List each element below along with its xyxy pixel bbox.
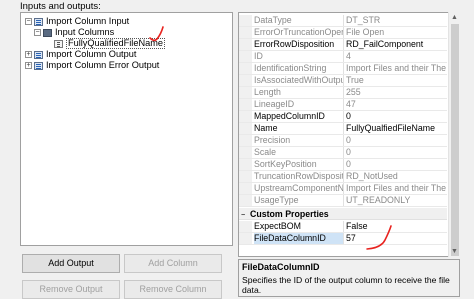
output-icon [34,50,43,59]
property-grid-scrollbar[interactable]: ▲ ▼ [448,12,460,257]
advanced-editor-inputs-outputs: Inputs and outputs: − Import Column Inpu… [0,0,474,299]
scroll-thumb[interactable] [451,24,459,256]
property-row[interactable]: Scale 0 [239,147,447,159]
property-row[interactable]: ErrorRowDisposition RD_FailComponent [239,39,447,51]
property-row-file-data-column-id[interactable]: FileDataColumnID 57 [239,233,447,245]
tree-node-import-input[interactable]: − Import Column Input [25,16,129,27]
add-column-button[interactable]: Add Column [124,254,222,273]
expand-icon[interactable]: + [25,51,32,58]
property-row[interactable]: UpstreamComponentNam Import Files and th… [239,183,447,195]
red-annotation-line-icon [366,225,392,250]
input-icon [34,17,43,26]
tree-node-import-output[interactable]: + Import Column Output [25,49,136,60]
remove-column-button[interactable]: Remove Column [124,280,222,299]
property-row[interactable]: ErrorOrTruncationOperati File Open [239,27,447,39]
collapse-icon[interactable]: − [25,18,32,25]
inputs-outputs-label: Inputs and outputs: [20,1,101,12]
collapse-icon[interactable]: − [34,29,41,36]
folder-icon [43,28,52,37]
property-row[interactable]: LineageID 47 [239,99,447,111]
property-row[interactable]: Precision 0 [239,135,447,147]
property-row[interactable]: IsAssociatedWithOutputC True [239,75,447,87]
add-output-button[interactable]: Add Output [22,254,120,273]
scroll-down-icon[interactable]: ▼ [449,246,460,257]
property-row[interactable]: DataType DT_STR [239,15,447,27]
property-row[interactable]: ID 4 [239,51,447,63]
tree-node-input-columns[interactable]: − Input Columns [34,27,114,38]
property-row[interactable]: Name FullyQualfiedFileName [239,123,447,135]
description-title: FileDataColumnID [242,262,320,272]
property-row[interactable]: SortKeyPosition 0 [239,159,447,171]
property-row[interactable]: IdentificationString Import Files and th… [239,63,447,75]
property-row[interactable]: UsageType UT_READONLY [239,195,447,207]
property-row[interactable]: TruncationRowDispositio RD_NotUsed [239,171,447,183]
category-custom-properties[interactable]: − Custom Properties [239,208,447,220]
scroll-up-icon[interactable]: ▲ [449,12,460,23]
property-row[interactable]: Length 255 [239,87,447,99]
property-grid[interactable]: DataType DT_STR ErrorOrTruncationOperati… [238,12,460,257]
column-icon [54,39,63,48]
property-row[interactable]: MappedColumnID 0 [239,111,447,123]
expand-icon[interactable]: + [25,62,32,69]
property-description-panel: FileDataColumnID Specifies the ID of the… [238,259,460,297]
red-annotation-check-icon [149,26,164,42]
inputs-outputs-tree[interactable]: − Import Column Input − Input Columns Fu… [20,12,233,246]
remove-output-button[interactable]: Remove Output [22,280,120,299]
description-text: Specifies the ID of the output column to… [242,275,450,295]
property-row-expect-bom[interactable]: ExpectBOM False [239,221,447,233]
tree-node-import-error-output[interactable]: + Import Column Error Output [25,60,159,71]
error-output-icon [34,61,43,70]
